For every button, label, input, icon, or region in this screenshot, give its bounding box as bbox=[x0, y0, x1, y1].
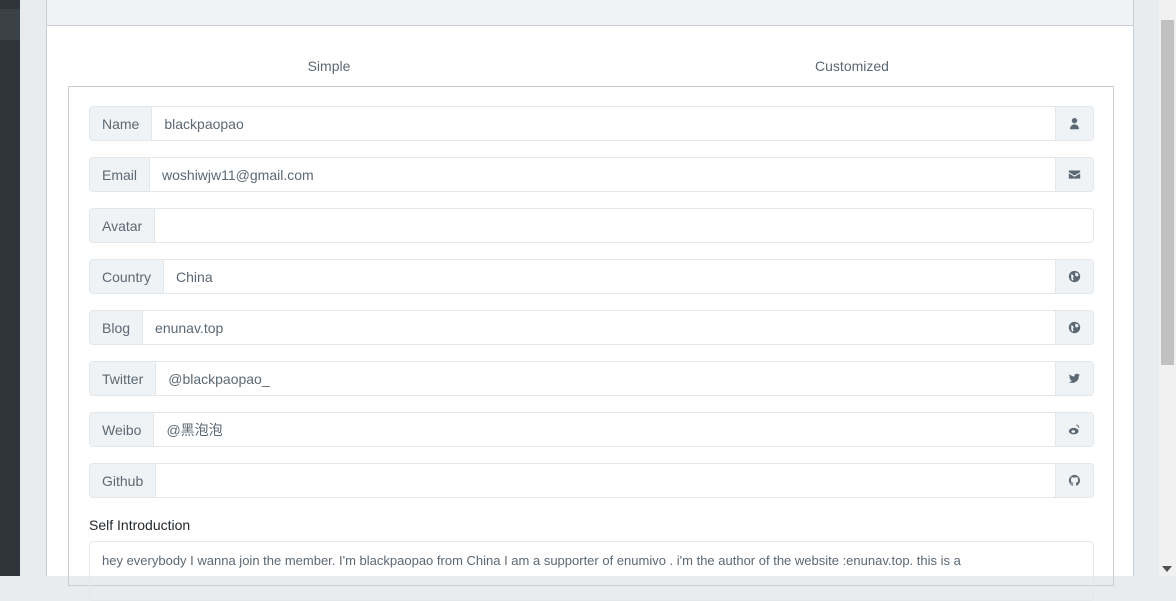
profile-form: Name Email Avatar Country Blog bbox=[68, 86, 1114, 601]
github-input[interactable] bbox=[156, 463, 1056, 498]
weibo-group: Weibo bbox=[89, 412, 1094, 447]
github-group: Github bbox=[89, 463, 1094, 498]
weibo-icon bbox=[1056, 412, 1094, 447]
github-icon bbox=[1056, 463, 1094, 498]
blog-label: Blog bbox=[89, 310, 144, 345]
twitter-input[interactable] bbox=[156, 361, 1056, 396]
card-header bbox=[47, 0, 1133, 26]
profile-tabs: Simple Customized bbox=[68, 46, 1114, 87]
blog-group: Blog bbox=[89, 310, 1094, 345]
twitter-label: Twitter bbox=[89, 361, 157, 396]
scrollbar[interactable] bbox=[1159, 0, 1176, 576]
envelope-icon bbox=[1056, 157, 1094, 192]
user-icon bbox=[1056, 106, 1094, 141]
scroll-down-icon[interactable] bbox=[1162, 566, 1172, 572]
self-intro-label: Self Introduction bbox=[89, 517, 191, 533]
tab-customized[interactable]: Customized bbox=[590, 46, 1114, 86]
twitter-group: Twitter bbox=[89, 361, 1094, 396]
name-group: Name bbox=[89, 106, 1094, 141]
name-label: Name bbox=[89, 106, 153, 141]
email-label: Email bbox=[89, 157, 151, 192]
tab-simple[interactable]: Simple bbox=[68, 46, 590, 86]
country-input[interactable] bbox=[164, 259, 1056, 294]
weibo-label: Weibo bbox=[89, 412, 155, 447]
globe-icon bbox=[1056, 310, 1094, 345]
blog-input[interactable] bbox=[143, 310, 1056, 345]
self-intro-textarea[interactable]: hey everybody I wanna join the member. I… bbox=[89, 541, 1094, 601]
twitter-icon bbox=[1056, 361, 1094, 396]
weibo-input[interactable] bbox=[154, 412, 1056, 447]
left-sidebar bbox=[0, 0, 20, 576]
country-label: Country bbox=[89, 259, 165, 294]
email-group: Email bbox=[89, 157, 1094, 192]
name-input[interactable] bbox=[152, 106, 1056, 141]
scrollbar-thumb[interactable] bbox=[1161, 20, 1174, 365]
avatar-input[interactable] bbox=[155, 208, 1094, 243]
profile-card: Simple Customized Name Email Avatar Coun… bbox=[46, 0, 1134, 601]
globe-icon bbox=[1056, 259, 1094, 294]
avatar-label: Avatar bbox=[89, 208, 156, 243]
country-group: Country bbox=[89, 259, 1094, 294]
github-label: Github bbox=[89, 463, 157, 498]
email-input[interactable] bbox=[150, 157, 1056, 192]
sidebar-nav-item[interactable] bbox=[0, 9, 20, 40]
avatar-group: Avatar bbox=[89, 208, 1094, 243]
